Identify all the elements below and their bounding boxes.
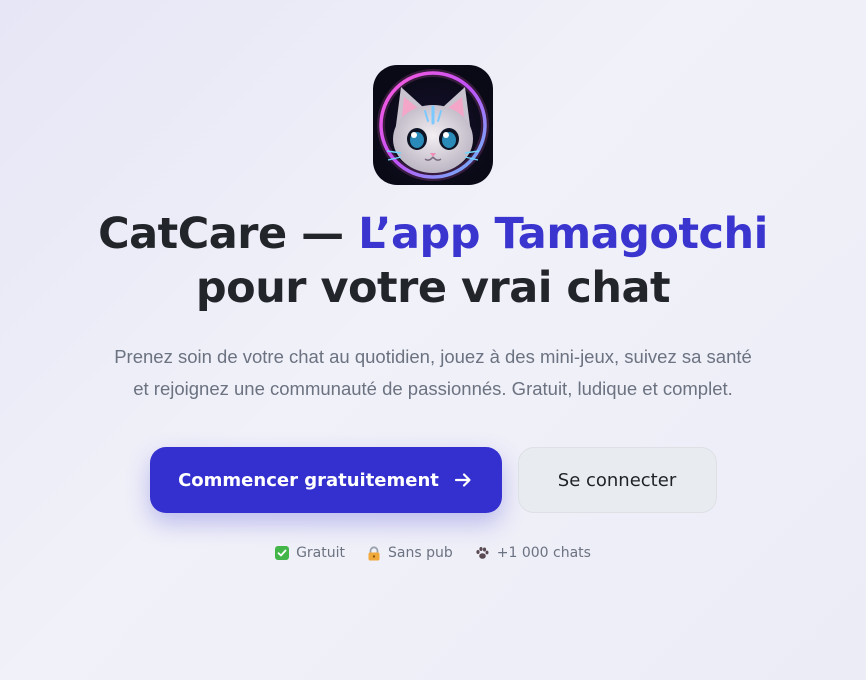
badge-no-ads-label: Sans pub — [388, 545, 453, 561]
check-icon — [275, 546, 290, 560]
page-title: CatCare — L’app Tamagotchi pour votre vr… — [98, 207, 768, 315]
badge-free-label: Gratuit — [296, 545, 345, 561]
lock-icon — [367, 545, 381, 561]
hero-subtitle: Prenez soin de votre chat au quotidien, … — [114, 346, 752, 399]
arrow-right-icon — [454, 473, 471, 487]
cat-face-neon-icon — [377, 69, 489, 181]
badge-free: Gratuit — [275, 545, 345, 561]
title-brand: CatCare — — [98, 209, 359, 259]
login-button[interactable]: Se connecter — [517, 447, 717, 513]
feature-badges: Gratuit Sans pub +1 000 chats — [275, 545, 591, 561]
start-free-label: Commencer gratuitement — [178, 469, 439, 491]
start-free-button[interactable]: Commencer gratuitement — [149, 447, 502, 513]
cta-group: Commencer gratuitement Se connecter — [149, 447, 717, 513]
badge-cat-count: +1 000 chats — [475, 545, 591, 561]
login-label: Se connecter — [557, 469, 677, 491]
landing-hero: CatCare — L’app Tamagotchi pour votre vr… — [0, 0, 866, 680]
app-logo — [373, 65, 493, 185]
badge-cat-count-label: +1 000 chats — [496, 545, 591, 561]
badge-no-ads: Sans pub — [367, 545, 453, 561]
title-tagline: pour votre vrai chat — [195, 263, 671, 313]
paw-icon — [475, 546, 490, 560]
title-accent: L’app Tamagotchi — [358, 209, 768, 259]
